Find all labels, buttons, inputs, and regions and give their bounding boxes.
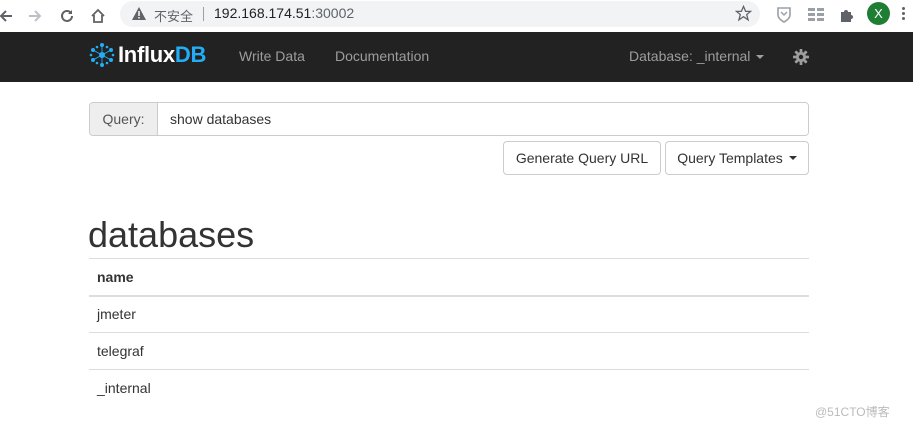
grid-extension-icon[interactable] (806, 5, 826, 25)
table-header-row: name (89, 258, 809, 297)
results-table: name jmeter telegraf _internal (89, 258, 809, 407)
reload-icon[interactable] (55, 4, 79, 28)
url-port: :30002 (311, 5, 355, 21)
watermark: @51CTO博客 (815, 405, 890, 419)
database-dropdown[interactable]: Database: _internal (629, 48, 765, 64)
omnibox-divider (203, 7, 204, 21)
table-row: _internal (89, 369, 809, 407)
address-bar[interactable]: 不安全 192.168.174.51:30002 (120, 1, 760, 27)
profile-avatar[interactable]: X (867, 2, 890, 25)
column-header-name: name (89, 258, 809, 297)
query-templates-label: Query Templates (677, 150, 783, 166)
table-cell: telegraf (89, 332, 809, 370)
query-label: Query: (90, 103, 158, 135)
url-host: 192.168.174.51 (214, 5, 312, 21)
query-input-group: Query: (89, 102, 809, 136)
browser-toolbar: 不安全 192.168.174.51:30002 X (0, 0, 913, 32)
generate-query-url-label: Generate Query URL (515, 150, 649, 166)
security-label[interactable]: 不安全 (154, 6, 193, 25)
query-input[interactable] (158, 103, 808, 135)
table-cell: _internal (89, 369, 809, 407)
caret-down-icon (756, 55, 765, 60)
nav-write-data[interactable]: Write Data (239, 48, 305, 64)
generate-query-url-button[interactable]: Generate Query URL (503, 141, 661, 175)
nav-documentation[interactable]: Documentation (335, 48, 429, 64)
menu-kebab-icon[interactable] (902, 7, 906, 21)
table-row: telegraf (89, 332, 809, 370)
table-row: jmeter (89, 295, 809, 333)
brand-db: DB (174, 42, 207, 67)
influxdb-cube-icon (89, 43, 115, 67)
warning-icon (132, 7, 146, 25)
influxdb-logo[interactable]: InfluxDB (88, 41, 206, 69)
brand-name: InfluxDB (118, 42, 206, 68)
caret-down-icon (788, 156, 797, 160)
puzzle-extensions-icon[interactable] (837, 5, 857, 25)
shield-extension-icon[interactable] (774, 5, 794, 25)
table-cell: jmeter (89, 295, 809, 333)
back-arrow-icon[interactable] (0, 4, 18, 28)
query-templates-button[interactable]: Query Templates (665, 141, 809, 175)
database-dropdown-label: Database: _internal (629, 48, 751, 64)
gear-icon[interactable] (793, 49, 809, 70)
forward-arrow-icon[interactable] (23, 4, 47, 28)
bookmark-star-icon[interactable] (734, 4, 753, 27)
results-title: databases (88, 214, 255, 255)
url-text[interactable]: 192.168.174.51:30002 (214, 5, 354, 21)
app-navbar: InfluxDB Write Data Documentation Databa… (0, 32, 913, 82)
brand-influx: Influx (118, 42, 175, 67)
home-icon[interactable] (86, 4, 110, 28)
